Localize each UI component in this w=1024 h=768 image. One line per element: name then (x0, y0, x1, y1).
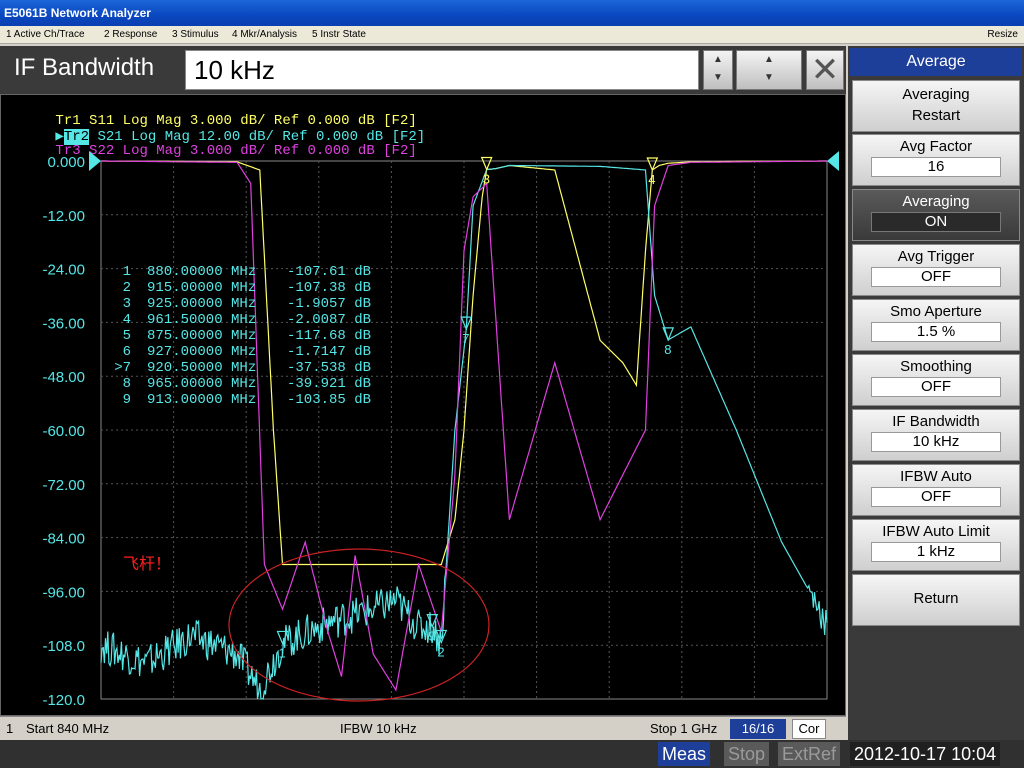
menu-item-active-ch[interactable]: 1 Active Ch/Trace (6, 26, 85, 44)
menu-item-mkr-analysis[interactable]: 4 Mkr/Analysis (232, 26, 297, 44)
spin-up-icon: ▲ (764, 54, 774, 65)
menu-item-resize[interactable]: Resize (987, 26, 1018, 44)
spin-button-left[interactable]: ▲ ▼ (703, 50, 733, 90)
y-tick-label: -12.00 (42, 208, 85, 225)
spin-up-icon: ▲ (713, 54, 723, 65)
marker-id: 2 (123, 280, 131, 296)
stop-indicator: Stop (724, 742, 770, 766)
ifbw-status[interactable]: IFBW 10 kHz (340, 717, 417, 741)
marker-value: -107.38 dB (287, 280, 371, 296)
marker-value: -107.61 dB (287, 264, 371, 280)
marker-label: 7 (462, 331, 469, 346)
marker-label: 1 (279, 645, 286, 660)
marker-id: 6 (123, 344, 131, 360)
channel-number[interactable]: 1 (6, 717, 13, 741)
title-bar: E5061B Network Analyzer (0, 0, 1024, 26)
y-tick-label: -108.0 (42, 638, 85, 655)
window-title: E5061B Network Analyzer (4, 6, 151, 20)
marker-frequency: 913.00000 MHz (147, 392, 256, 408)
marker-triangle[interactable] (480, 156, 493, 172)
ref-level-marker-right[interactable] (827, 151, 839, 171)
instrument-status-bar: Meas Stop ExtRef 2012-10-17 10:04 (0, 740, 1024, 768)
averaging-restart-button[interactable]: Averaging Restart (852, 80, 1020, 132)
marker-id: 4 (123, 312, 131, 328)
marker-id: 5 (123, 328, 131, 344)
marker-id: 8 (123, 376, 131, 392)
marker-frequency: 961.50000 MHz (147, 312, 256, 328)
annotation-text: 飞杆！ (123, 554, 171, 573)
marker-label: 2 (437, 644, 444, 659)
avg-factor-button[interactable]: Avg Factor 16 (852, 134, 1020, 186)
marker-label: 9 (428, 629, 435, 644)
entry-bar: IF Bandwidth 10 kHz ▲ ▼ ▲ ▼ ✕ (0, 46, 846, 94)
menu-item-response[interactable]: 2 Response (104, 26, 157, 44)
meas-indicator: Meas (658, 742, 711, 766)
marker-id: 9 (123, 392, 131, 408)
y-tick-label: -96.00 (42, 584, 85, 601)
marker-label: 8 (664, 342, 671, 357)
marker-frequency: 925.00000 MHz (147, 296, 256, 312)
avg-trigger-button[interactable]: Avg Trigger OFF (852, 244, 1020, 296)
ifbw-auto-limit-button[interactable]: IFBW Auto Limit 1 kHz (852, 519, 1020, 571)
status-bar: 1 Start 840 MHz IFBW 10 kHz Stop 1 GHz 1… (0, 716, 846, 740)
correction-badge: Cor (792, 719, 826, 739)
marker-label: 3 (483, 172, 490, 187)
ifbw-auto-button[interactable]: IFBW Auto OFF (852, 464, 1020, 516)
marker-id: 1 (123, 264, 131, 280)
y-tick-label: 0.000 (47, 154, 85, 171)
y-tick-label: -120.0 (42, 692, 85, 709)
start-frequency[interactable]: Start 840 MHz (26, 717, 109, 741)
marker-frequency: 927.00000 MHz (147, 344, 256, 360)
close-entry-button[interactable]: ✕ (806, 50, 844, 90)
y-tick-label: -84.00 (42, 531, 85, 548)
highlight-ellipse (228, 548, 490, 702)
y-tick-label: -60.00 (42, 423, 85, 440)
entry-label: IF Bandwidth (14, 54, 155, 81)
averaging-toggle-button[interactable]: Averaging ON (852, 189, 1020, 241)
softkey-panel: Average Averaging Restart Avg Factor 16 … (848, 46, 1024, 740)
plot-area[interactable]: Tr1 S11 Log Mag 3.000 dB/ Ref 0.000 dB [… (0, 94, 846, 716)
marker-value: -2.0087 dB (287, 312, 371, 328)
marker-label: 4 (648, 172, 655, 187)
averaging-count-badge: 16/16 (730, 719, 786, 739)
return-button[interactable]: Return (852, 574, 1020, 626)
marker-frequency: 875.00000 MHz (147, 328, 256, 344)
marker-value: -37.538 dB (287, 360, 371, 376)
stop-frequency[interactable]: Stop 1 GHz (650, 717, 717, 741)
marker-value: -1.7147 dB (287, 344, 371, 360)
marker-frequency: 880.00000 MHz (147, 264, 256, 280)
network-analyzer-window: E5061B Network Analyzer 1 Active Ch/Trac… (0, 0, 1024, 768)
y-tick-label: -48.00 (42, 369, 85, 386)
ref-level-marker-left[interactable] (89, 151, 101, 171)
softkey-panel-title: Average (850, 48, 1022, 76)
menu-bar: 1 Active Ch/Trace 2 Response 3 Stimulus … (0, 26, 1024, 44)
y-tick-label: -24.00 (42, 262, 85, 279)
smoothing-button[interactable]: Smoothing OFF (852, 354, 1020, 406)
spin-down-icon: ▼ (713, 72, 723, 83)
if-bandwidth-button[interactable]: IF Bandwidth 10 kHz (852, 409, 1020, 461)
spin-button-right[interactable]: ▲ ▼ (736, 50, 802, 90)
entry-value-field[interactable]: 10 kHz (185, 50, 699, 90)
marker-frequency: 965.00000 MHz (147, 376, 256, 392)
spin-down-icon: ▼ (764, 72, 774, 83)
marker-id: 3 (123, 296, 131, 312)
marker-value: -103.85 dB (287, 392, 371, 408)
trace-plot[interactable]: 0.000 -12.00 -24.00 -36.00 -48.00 -60.00 -72.0… (1, 95, 847, 717)
y-tick-label: -36.00 (42, 315, 85, 332)
date-time: 2012-10-17 10:04 (850, 742, 1001, 766)
smo-aperture-button[interactable]: Smo Aperture 1.5 % (852, 299, 1020, 351)
extref-indicator: ExtRef (778, 742, 841, 766)
marker-frequency: 915.00000 MHz (147, 280, 256, 296)
marker-frequency: 920.50000 MHz (147, 360, 256, 376)
y-tick-label: -72.00 (42, 477, 85, 494)
marker-id: >7 (114, 360, 131, 376)
marker-value: -1.9057 dB (287, 296, 371, 312)
menu-item-instr-state[interactable]: 5 Instr State (312, 26, 366, 44)
marker-value: -117.68 dB (287, 328, 371, 344)
menu-item-stimulus[interactable]: 3 Stimulus (172, 26, 219, 44)
marker-value: -39.921 dB (287, 376, 371, 392)
